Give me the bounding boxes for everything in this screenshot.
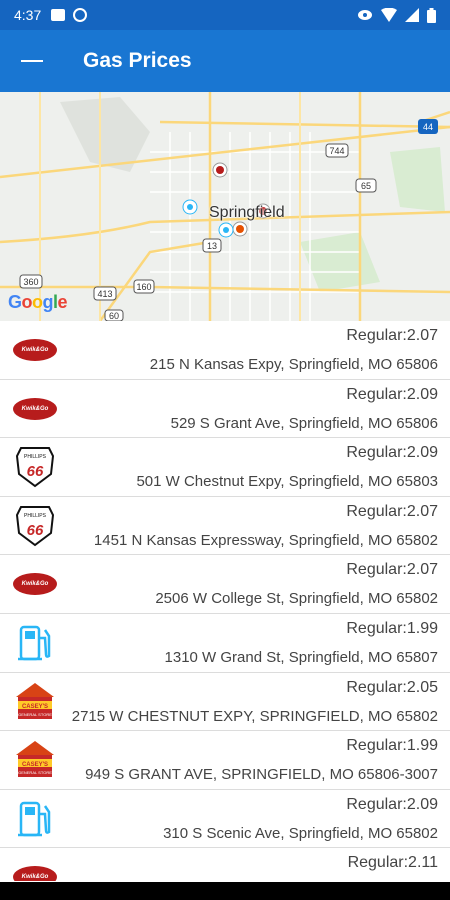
station-address: 215 N Kansas Expy, Springfield, MO 65806	[149, 356, 438, 373]
app-bar: Gas Prices	[0, 30, 450, 92]
google-logo: Google	[8, 292, 68, 312]
menu-button[interactable]	[0, 30, 64, 92]
station-row[interactable]: Kwik&Go Regular:2.11	[0, 848, 450, 881]
station-logo: CASEY'S GENERAL STORE	[12, 681, 58, 723]
shield-360: 360	[23, 277, 38, 287]
shield-744: 744	[329, 146, 344, 156]
eye-icon	[358, 10, 372, 20]
station-address: 1451 N Kansas Expressway, Springfield, M…	[93, 531, 438, 549]
station-logo	[12, 798, 58, 840]
svg-text:CASEY'S: CASEY'S	[22, 704, 48, 710]
station-address: 1310 W Grand St, Springfield, MO 65807	[164, 648, 438, 666]
station-address: 529 S Grant Ave, Springfield, MO 65806	[170, 414, 438, 432]
phillips-66-logo: PHILLIPS 66	[15, 505, 55, 547]
station-row[interactable]: Kwik&Go Regular:2.07 2506 W College St, Sp…	[0, 555, 450, 614]
caseys-logo: CASEY'S GENERAL STORE	[16, 741, 54, 778]
svg-text:GENERAL STORE: GENERAL STORE	[18, 712, 52, 717]
map-city-label: Springfield	[209, 204, 285, 221]
station-row[interactable]: CASEY'S GENERAL STORE Regular:1.99 949 S GR…	[0, 731, 450, 790]
shield-13: 13	[207, 241, 217, 251]
station-row[interactable]: PHILLIPS 66 Regular:2.09 501 W Chestnut Exp…	[0, 438, 450, 497]
station-address: 501 W Chestnut Expy, Springfield, MO 658…	[136, 473, 438, 491]
shield-44: 44	[423, 122, 433, 132]
station-row[interactable]: Kwik&Go Regular:2.09 529 S Grant Ave, Spri…	[0, 380, 450, 439]
svg-text:66: 66	[27, 463, 44, 480]
shield-413: 413	[97, 289, 112, 299]
station-row[interactable]: CASEY'S GENERAL STORE Regular:2.05 2715 W C…	[0, 673, 450, 732]
caseys-logo: CASEY'S GENERAL STORE	[16, 682, 54, 719]
station-row[interactable]: Regular:2.09 310 S Scenic Ave, Springfiel…	[0, 790, 450, 849]
status-time: 4:37	[14, 7, 42, 23]
navigation-bar	[0, 882, 450, 900]
map-view[interactable]: 744 65 13 160 413 360 60 44 Springfield …	[0, 92, 450, 321]
sync-icon	[73, 8, 88, 22]
station-logo: Kwik&Go	[12, 856, 58, 881]
svg-text:PHILLIPS: PHILLIPS	[24, 454, 47, 460]
station-price: Regular:2.09	[346, 795, 438, 813]
svg-text:66: 66	[27, 522, 44, 539]
station-logo: Kwik&Go	[12, 388, 58, 430]
gas-pump-icon	[18, 625, 51, 661]
menu-icon	[21, 60, 43, 62]
kwik-trip-logo: Kwik&Go	[13, 397, 57, 420]
svg-text:PHILLIPS: PHILLIPS	[24, 513, 47, 519]
shield-65: 65	[361, 181, 371, 191]
station-logo: CASEY'S GENERAL STORE	[12, 739, 58, 781]
station-address: 2715 W CHESTNUT EXPY, SPRINGFIELD, MO 65…	[71, 707, 438, 725]
station-logo: PHILLIPS 66	[12, 446, 58, 488]
station-address: 2506 W College St, Springfield, MO 65802	[155, 590, 438, 608]
kwik-trip-logo: Kwik&Go	[13, 866, 57, 881]
wifi-icon	[381, 8, 397, 22]
phillips-66-logo: PHILLIPS 66	[15, 447, 55, 488]
page-title: Gas Prices	[83, 49, 192, 72]
station-logo	[12, 622, 58, 664]
gas-pump-icon	[18, 801, 51, 836]
station-price: Regular:1.99	[346, 619, 438, 637]
kwik-trip-logo: Kwik&Go	[13, 573, 57, 596]
station-price: Regular:2.09	[346, 444, 438, 462]
station-row[interactable]: PHILLIPS 66 Regular:2.07 1451 N Kansas Expr…	[0, 497, 450, 556]
shield-160: 160	[136, 282, 151, 292]
kwik-trip-logo: Kwik&Go	[13, 339, 57, 361]
shield-60: 60	[109, 311, 119, 321]
station-price: Regular:2.07	[346, 502, 438, 520]
station-price: Regular:2.09	[346, 385, 438, 403]
station-logo: PHILLIPS 66	[12, 505, 58, 547]
station-price: Regular:1.99	[346, 737, 438, 755]
station-price: Regular:2.11	[347, 854, 438, 872]
svg-text:GENERAL STORE: GENERAL STORE	[18, 770, 52, 775]
signal-icon	[405, 8, 419, 22]
station-price: Regular:2.07	[346, 327, 438, 344]
station-list: Kwik&Go Regular:2.07 215 N Kansas Expy, Sp…	[0, 321, 450, 881]
station-logo: Kwik&Go	[12, 563, 58, 605]
station-logo: Kwik&Go	[12, 329, 58, 371]
station-address: 310 S Scenic Ave, Springfield, MO 65802	[163, 824, 438, 842]
battery-icon	[427, 7, 436, 23]
station-price: Regular:2.05	[346, 678, 438, 696]
svg-text:CASEY'S: CASEY'S	[22, 762, 48, 768]
station-address: 949 S GRANT AVE, SPRINGFIELD, MO 65806-3…	[85, 766, 438, 784]
status-bar: 4:37	[0, 0, 450, 30]
station-price: Regular:2.07	[346, 561, 438, 579]
station-row[interactable]: Regular:1.99 1310 W Grand St, Springfield…	[0, 614, 450, 673]
image-icon	[51, 9, 66, 21]
station-row[interactable]: Kwik&Go Regular:2.07 215 N Kansas Expy, Sp…	[0, 321, 450, 380]
